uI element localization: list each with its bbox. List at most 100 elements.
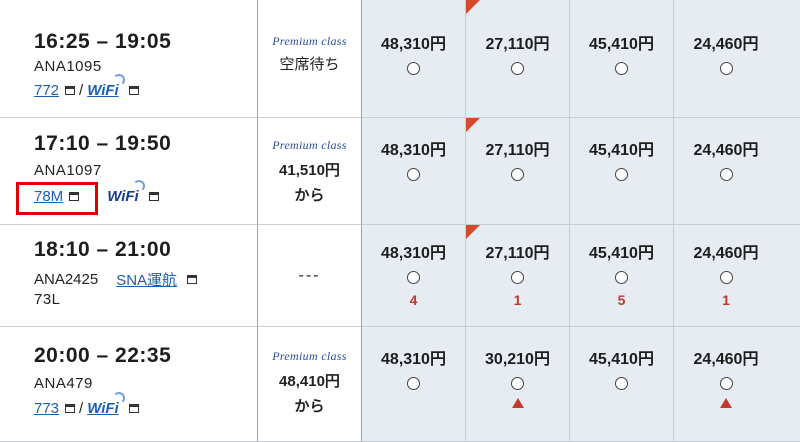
flight-number: ANA479: [34, 375, 93, 392]
flight-number: ANA1097: [34, 162, 102, 179]
fare-price: 24,460円: [693, 36, 759, 53]
fare-price: 30,210円: [485, 351, 550, 368]
fare-price: 45,410円: [589, 36, 654, 53]
seats-remaining: 1: [513, 292, 522, 308]
premium-price-suffix: から: [294, 186, 325, 204]
highlight-box: [16, 182, 98, 215]
available-circle-icon: [719, 62, 733, 75]
popup-window-icon[interactable]: [65, 404, 76, 413]
fare-cell[interactable]: 30,210円: [466, 327, 570, 442]
flight-number: ANA2425: [34, 271, 99, 288]
flight-row: 17:10 – 19:50 ANA1097 78M WiFi Premium c…: [0, 118, 800, 225]
premium-status: 空席待ち: [279, 55, 340, 73]
premium-class-cell[interactable]: Premium class 空席待ち: [258, 0, 362, 118]
available-circle-icon: [511, 62, 524, 75]
wifi-label[interactable]: WiFi: [107, 180, 145, 205]
flight-row: 20:00 – 22:35 ANA479 773 / WiFi Premium …: [0, 327, 800, 442]
available-circle-icon: [615, 62, 628, 75]
available-circle-icon: [407, 271, 420, 284]
fare-price: 48,310円: [381, 36, 446, 53]
few-seats-triangle-icon: [720, 398, 732, 408]
fare-cell[interactable]: 27,110円: [466, 118, 570, 225]
popup-window-icon[interactable]: [187, 275, 198, 284]
popup-window-icon[interactable]: [148, 192, 159, 201]
fare-price: 27,110円: [485, 36, 550, 53]
few-seats-triangle-icon: [511, 398, 524, 408]
fare-price: 27,110円: [485, 245, 550, 262]
fare-cell[interactable]: 48,310円 4: [362, 225, 466, 327]
available-circle-icon: [511, 377, 524, 390]
premium-price: 48,410円: [279, 373, 340, 390]
aircraft-type: 73L: [34, 291, 61, 308]
fare-cell[interactable]: 27,110円 1: [466, 225, 570, 327]
campaign-corner-icon: [466, 118, 480, 132]
fare-price: 48,310円: [381, 245, 446, 262]
seats-remaining: 5: [617, 292, 626, 308]
separator: /: [79, 82, 84, 99]
flight-time: 17:10 – 19:50: [34, 132, 172, 155]
fare-cell[interactable]: 45,410円 5: [570, 225, 674, 327]
premium-price: 41,510円: [279, 161, 340, 179]
available-circle-icon: [511, 168, 524, 181]
flight-time: 20:00 – 22:35: [34, 344, 172, 367]
wifi-signal-icon: [112, 74, 125, 86]
fare-cell[interactable]: 48,310円: [362, 327, 466, 442]
available-circle-icon: [615, 377, 628, 390]
available-circle-icon: [407, 62, 420, 75]
wifi-link[interactable]: WiFi: [87, 392, 125, 417]
wifi-signal-icon: [132, 180, 145, 192]
available-circle-icon: [407, 377, 420, 390]
fare-cell[interactable]: 45,410円: [570, 0, 674, 118]
fare-price: 27,110円: [485, 142, 550, 159]
fare-price: 48,310円: [381, 351, 446, 368]
seats-remaining: 4: [409, 292, 418, 308]
operator-link[interactable]: SNA運航: [116, 269, 177, 290]
fare-cell[interactable]: 24,460円: [674, 0, 800, 118]
seats-remaining: 1: [722, 292, 730, 308]
popup-window-icon[interactable]: [65, 86, 76, 95]
fare-price: 45,410円: [589, 245, 654, 262]
available-circle-icon: [615, 271, 628, 284]
fare-cell[interactable]: 48,310円: [362, 0, 466, 118]
flight-info-cell: 20:00 – 22:35 ANA479 773 / WiFi: [0, 327, 258, 442]
campaign-corner-icon: [466, 0, 480, 14]
fare-cell[interactable]: 24,460円: [674, 327, 800, 442]
fare-cell[interactable]: 45,410円: [570, 327, 674, 442]
premium-price-suffix: から: [294, 398, 325, 415]
fare-cell[interactable]: 48,310円: [362, 118, 466, 225]
premium-class-cell[interactable]: Premium class 48,410円 から: [258, 327, 362, 442]
popup-window-icon[interactable]: [128, 404, 139, 413]
separator: /: [79, 400, 84, 417]
available-circle-icon: [511, 271, 524, 284]
flight-info-cell: 16:25 – 19:05 ANA1095 772 / WiFi: [0, 0, 258, 118]
wifi-signal-icon: [112, 392, 125, 404]
fare-cell[interactable]: 27,110円: [466, 0, 570, 118]
fare-cell[interactable]: 24,460円: [674, 118, 800, 225]
flight-row: 18:10 – 21:00 ANA2425 SNA運航 73L --- 48,3…: [0, 225, 800, 327]
available-circle-icon: [719, 377, 733, 390]
flight-number: ANA1095: [34, 58, 102, 75]
popup-window-icon[interactable]: [128, 86, 139, 95]
fare-price: 24,460円: [693, 351, 759, 368]
available-circle-icon: [407, 168, 420, 181]
aircraft-link[interactable]: 773: [34, 400, 59, 417]
premium-class-logo: Premium class: [272, 137, 347, 152]
premium-unavailable: ---: [298, 266, 321, 284]
wifi-link[interactable]: WiFi: [87, 74, 125, 99]
flight-row: 16:25 – 19:05 ANA1095 772 / WiFi Premium…: [0, 0, 800, 118]
fare-price: 45,410円: [589, 142, 654, 159]
fare-price: 24,460円: [693, 142, 759, 159]
fare-cell[interactable]: 45,410円: [570, 118, 674, 225]
premium-class-logo: Premium class: [272, 33, 347, 48]
flight-info-cell: 18:10 – 21:00 ANA2425 SNA運航 73L: [0, 225, 258, 327]
fare-price: 48,310円: [381, 142, 446, 159]
premium-class-cell: ---: [258, 225, 362, 327]
flight-results-table: 16:25 – 19:05 ANA1095 772 / WiFi Premium…: [0, 0, 800, 442]
premium-class-logo: Premium class: [272, 349, 347, 363]
fare-price: 24,460円: [693, 245, 759, 262]
available-circle-icon: [719, 168, 733, 181]
aircraft-link[interactable]: 772: [34, 82, 59, 99]
fare-cell[interactable]: 24,460円 1: [674, 225, 800, 327]
premium-class-cell[interactable]: Premium class 41,510円 から: [258, 118, 362, 225]
available-circle-icon: [719, 271, 733, 284]
